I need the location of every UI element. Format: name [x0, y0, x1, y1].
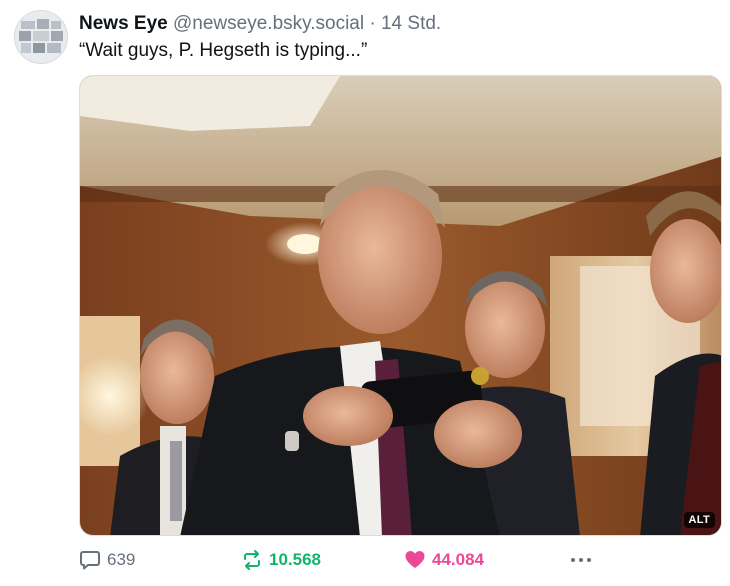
post-text: “Wait guys, P. Hegseth is typing...” — [79, 40, 368, 61]
post-image[interactable]: ALT — [79, 75, 722, 536]
repost-count: 10.568 — [269, 550, 321, 569]
photo-illustration — [80, 76, 721, 535]
action-bar: 639 10.568 44.084 — [79, 548, 679, 572]
speech-bubble-icon — [79, 549, 101, 571]
alt-badge[interactable]: ALT — [683, 512, 715, 528]
post-header: News Eye @newseye.bsky.social · 14 Std. — [79, 12, 710, 36]
more-dots-icon — [569, 549, 593, 571]
repost-button[interactable]: 10.568 — [241, 548, 321, 572]
avatar[interactable] — [14, 10, 68, 64]
author-handle[interactable]: @newseye.bsky.social — [173, 13, 364, 34]
repost-arrows-icon — [241, 549, 263, 571]
reply-count: 639 — [107, 550, 136, 569]
like-count: 44.084 — [432, 550, 484, 569]
reply-button[interactable]: 639 — [79, 548, 135, 572]
like-button[interactable]: 44.084 — [404, 548, 484, 572]
more-options-button[interactable] — [569, 548, 593, 572]
post-time[interactable]: 14 Std. — [381, 13, 441, 34]
author-name[interactable]: News Eye — [79, 13, 168, 34]
header-separator: · — [369, 13, 376, 34]
heart-icon — [404, 549, 426, 571]
